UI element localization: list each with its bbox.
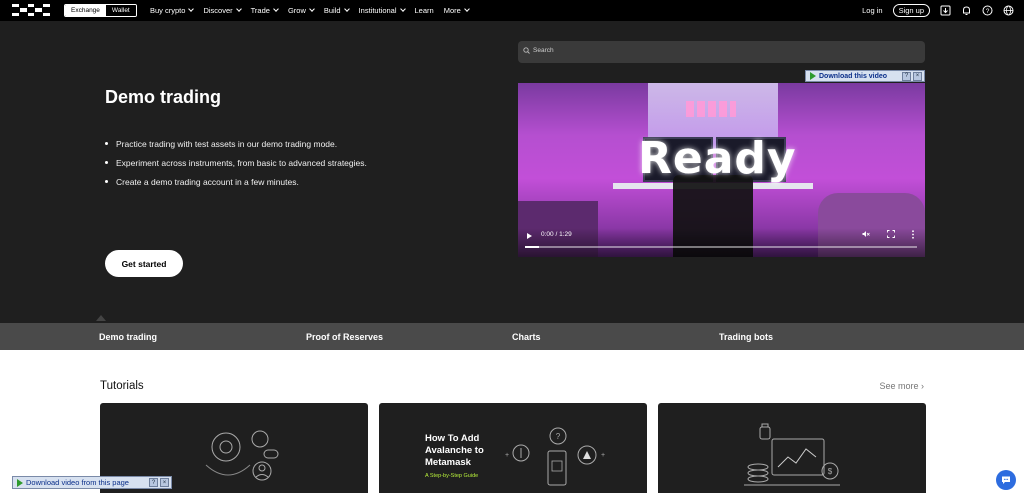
menu-grow[interactable]: Grow [288,6,315,15]
login-link[interactable]: Log in [862,6,882,15]
video-time: 0:00 / 1:29 [541,231,572,238]
download-page-video-bar[interactable]: Download video from this page ? × [12,476,172,489]
more-options-icon[interactable] [911,230,915,241]
download-page-video-label: Download video from this page [26,478,129,487]
hero-bullet: Experiment across instruments, from basi… [105,158,367,168]
chat-support-button[interactable] [996,470,1016,490]
menu-institutional[interactable]: Institutional [359,6,406,15]
chevron-down-icon [273,6,279,12]
mute-icon[interactable] [862,230,870,240]
top-nav: Exchange Wallet Buy crypto Discover Trad… [0,0,1024,21]
search-placeholder: Search [533,47,554,54]
video-progress-track[interactable] [525,246,917,248]
video-scene-lights [686,101,736,117]
svg-text:+: + [505,452,509,459]
chevron-down-icon [235,6,242,12]
video-progress-fill [525,246,539,248]
svg-text:$: $ [828,467,833,476]
tutorial-card-subtitle: A Step-by-Step Guide [425,473,479,479]
bell-icon[interactable] [961,5,972,16]
nav-actions: Log in Sign up ? [862,0,1014,21]
menu-learn[interactable]: Learn [415,6,434,15]
play-icon[interactable] [527,233,532,239]
help-icon[interactable]: ? [982,5,993,16]
hero-title: Demo trading [105,87,222,107]
download-video-bar[interactable]: Download this video ? × [805,70,925,82]
okx-logo[interactable] [12,4,50,16]
tab-demo-trading[interactable]: Demo trading [99,332,157,342]
globe-icon[interactable] [1003,5,1014,16]
svg-text:?: ? [986,8,990,15]
play-icon [17,478,23,487]
search-icon [523,47,530,54]
trading-chart-illustration-icon: $ [744,423,840,486]
video-player[interactable]: Ready 0:00 / 1:29 [518,83,925,257]
tutorial-card[interactable]: $ [658,403,926,493]
search-bar[interactable]: Search [518,41,925,63]
chevron-down-icon [343,6,350,12]
main-menu: Buy crypto Discover Trade Grow Build Ins… [150,0,470,21]
close-icon[interactable]: × [913,71,922,81]
exchange-wallet-toggle: Exchange Wallet [64,4,137,17]
tab-proof-of-reserves[interactable]: Proof of Reserves [306,332,383,342]
see-more-link[interactable]: See more › [879,381,924,391]
help-icon[interactable]: ? [902,71,911,81]
menu-build[interactable]: Build [324,6,350,15]
hero-bullet: Practice trading with test assets in our… [105,139,367,149]
hero-section: Demo trading Practice trading with test … [0,21,1024,323]
chat-icon [1002,476,1010,484]
svg-text:?: ? [556,432,561,441]
video-overlay-text: Ready [638,133,797,184]
svg-text:+: + [601,452,605,459]
exchange-toggle[interactable]: Exchange [65,5,106,16]
signup-button[interactable]: Sign up [892,4,930,17]
chevron-down-icon [309,6,315,12]
wallet-toggle[interactable]: Wallet [105,5,136,16]
feature-tabs: Demo trading Proof of Reserves Charts Tr… [0,323,1024,350]
metamask-avalanche-illustration-icon: ? + + [505,427,605,486]
help-icon[interactable]: ? [149,478,158,487]
fullscreen-icon[interactable] [887,230,895,240]
tab-trading-bots[interactable]: Trading bots [719,332,773,342]
tutorials-title: Tutorials [100,380,144,392]
hero-bullet: Create a demo trading account in a few m… [105,177,367,187]
tutorial-card[interactable]: How To Add Avalanche to Metamask A Step-… [379,403,647,493]
gears-illustration-icon [205,430,279,481]
download-app-icon[interactable] [940,5,951,16]
download-video-label: Download this video [819,72,888,80]
chevron-down-icon [188,6,195,12]
menu-discover[interactable]: Discover [203,6,242,15]
menu-more[interactable]: More [444,6,470,15]
close-icon[interactable]: × [160,478,169,487]
active-tab-pointer [96,315,106,321]
hero-bullets: Practice trading with test assets in our… [105,139,367,196]
tab-charts[interactable]: Charts [512,332,541,342]
menu-buy-crypto[interactable]: Buy crypto [150,6,195,15]
chevron-down-icon [399,6,406,12]
chevron-down-icon [463,6,470,12]
menu-trade[interactable]: Trade [251,6,279,15]
get-started-button[interactable]: Get started [105,250,183,277]
play-icon [810,72,816,80]
